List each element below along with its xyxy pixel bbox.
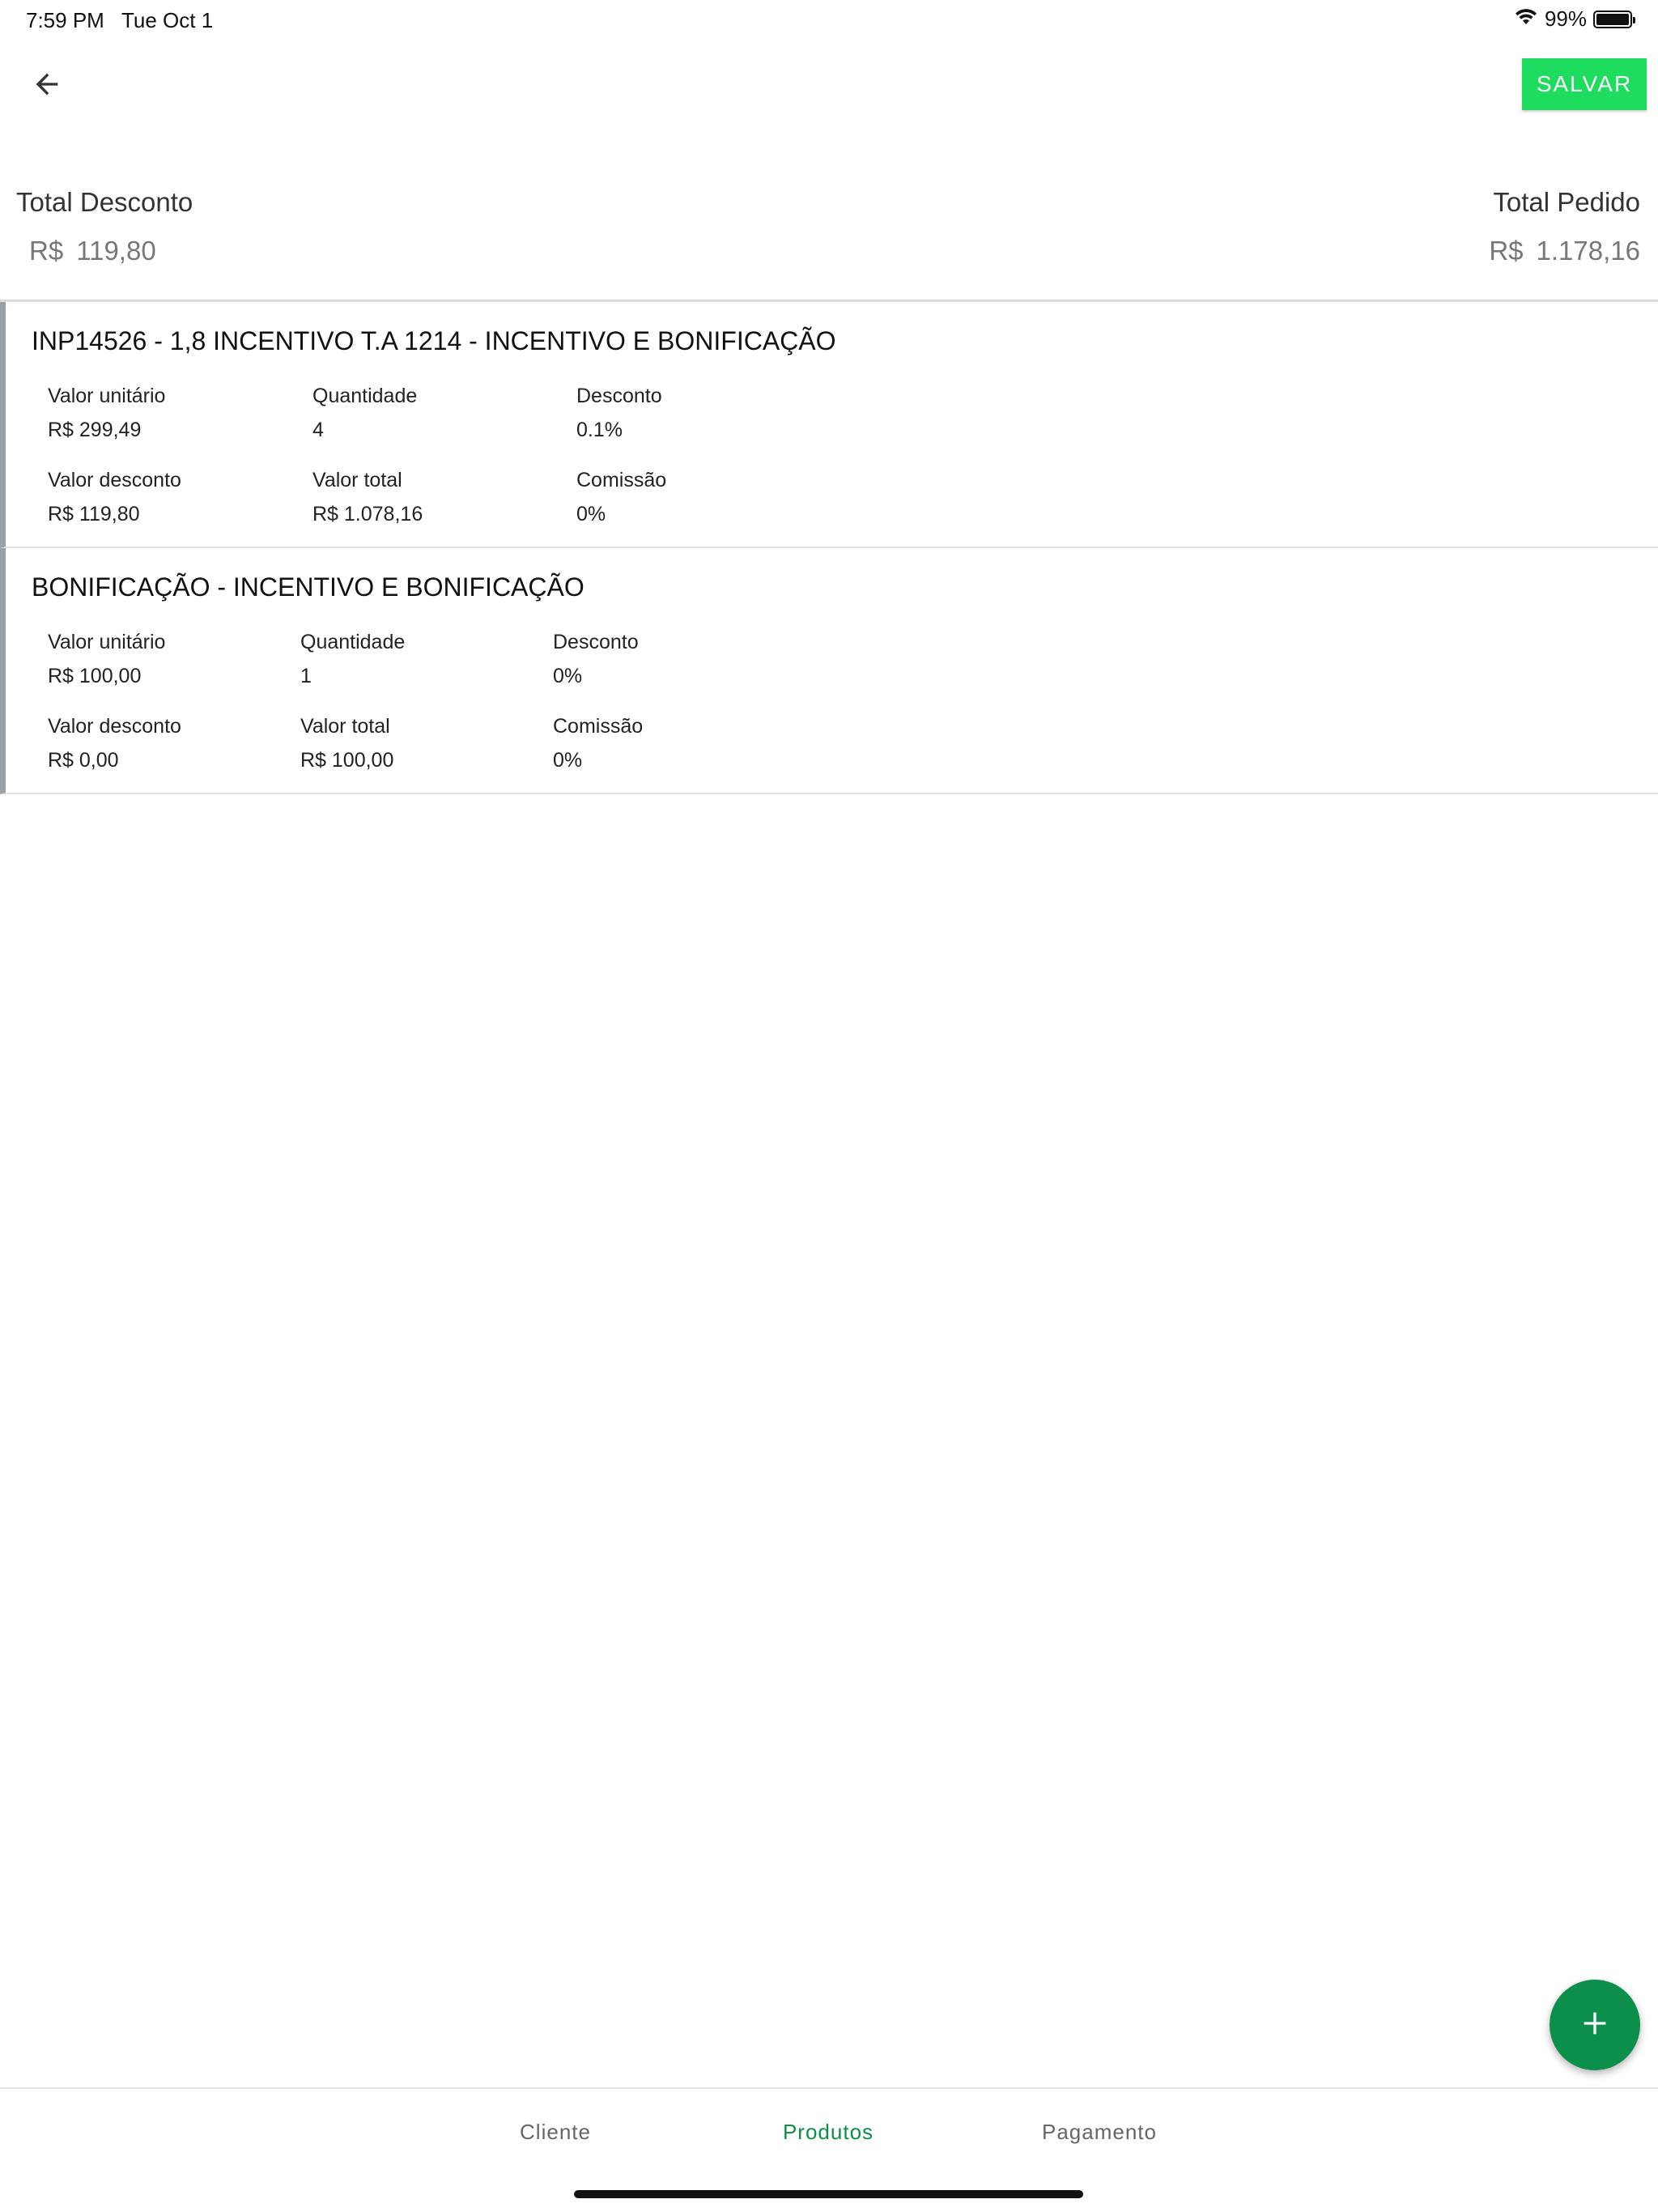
commission-label: Comissão (553, 715, 644, 738)
discount-amount-value: R$ 0,00 (48, 749, 119, 772)
commission-value: 0% (576, 503, 606, 525)
product-title: BONIFICAÇÃO - INCENTIVO E BONIFICAÇÃO (32, 572, 585, 602)
home-indicator[interactable] (574, 2190, 1083, 2198)
discount-amount-label: Valor desconto (48, 469, 181, 491)
status-date: Tue Oct 1 (121, 8, 214, 32)
unit-price-value: R$ 299,49 (48, 419, 142, 441)
total-label: Valor total (312, 469, 402, 491)
order-totals: Total Desconto R$ 119,80 Total Pedido R$ 1… (0, 182, 1658, 304)
tab-produtos[interactable]: Produtos (783, 2120, 874, 2145)
discount-label: Desconto (553, 631, 639, 653)
product-list: INP14526 - 1,8 INCENTIVO T.A 1214 - INCE… (0, 302, 1658, 794)
total-order-value: R$ 1.178,16 (1489, 236, 1640, 266)
tab-pagamento[interactable]: Pagamento (1042, 2120, 1157, 2145)
total-value: R$ 100,00 (300, 749, 394, 772)
battery-icon (1593, 10, 1635, 28)
product-title: INP14526 - 1,8 INCENTIVO T.A 1214 - INCE… (32, 326, 836, 355)
product-item[interactable]: BONIFICAÇÃO - INCENTIVO E BONIFICAÇÃO Va… (0, 548, 1658, 794)
discount-amount-label: Valor desconto (48, 715, 181, 738)
quantity-label: Quantidade (300, 631, 406, 653)
tab-cliente[interactable]: Cliente (520, 2120, 591, 2145)
arrow-left-icon (31, 68, 63, 104)
total-discount-value: R$ 119,80 (29, 236, 156, 266)
quantity-value: 1 (300, 665, 312, 687)
commission-label: Comissão (576, 469, 667, 491)
unit-price-value: R$ 100,00 (48, 665, 142, 687)
discount-value: 0.1% (576, 419, 623, 441)
save-button[interactable]: SALVAR (1522, 58, 1647, 110)
discount-label: Desconto (576, 385, 662, 407)
wifi-icon (1514, 6, 1538, 32)
status-time: 7:59 PM (26, 8, 104, 32)
total-discount-currency: R$ (29, 236, 64, 266)
total-order-label: Total Pedido (1493, 187, 1640, 217)
order-products-screen: 7:59 PM Tue Oct 1 99% SALVAR Total Desco… (0, 0, 1658, 2212)
unit-price-label: Valor unitário (48, 631, 166, 653)
commission-value: 0% (553, 749, 583, 772)
quantity-value: 4 (312, 419, 324, 441)
total-discount-label: Total Desconto (16, 187, 193, 217)
total-label: Valor total (300, 715, 390, 738)
add-product-button[interactable] (1550, 1980, 1640, 2070)
discount-value: 0% (553, 665, 583, 687)
total-value: R$ 1.078,16 (312, 503, 423, 525)
unit-price-label: Valor unitário (48, 385, 166, 407)
total-discount-amount: 119,80 (76, 236, 156, 266)
discount-amount-value: R$ 119,80 (48, 503, 140, 525)
plus-icon (1579, 2007, 1611, 2044)
status-bar: 7:59 PM Tue Oct 1 99% (0, 0, 1658, 39)
product-item[interactable]: INP14526 - 1,8 INCENTIVO T.A 1214 - INCE… (0, 302, 1658, 548)
battery-percent: 99% (1544, 6, 1587, 31)
back-button[interactable] (23, 62, 71, 110)
total-order-amount: 1.178,16 (1536, 236, 1640, 266)
battery-level (1596, 13, 1629, 25)
status-indicators: 99% (1514, 6, 1635, 32)
total-order-currency: R$ (1489, 236, 1524, 266)
quantity-label: Quantidade (312, 385, 418, 407)
